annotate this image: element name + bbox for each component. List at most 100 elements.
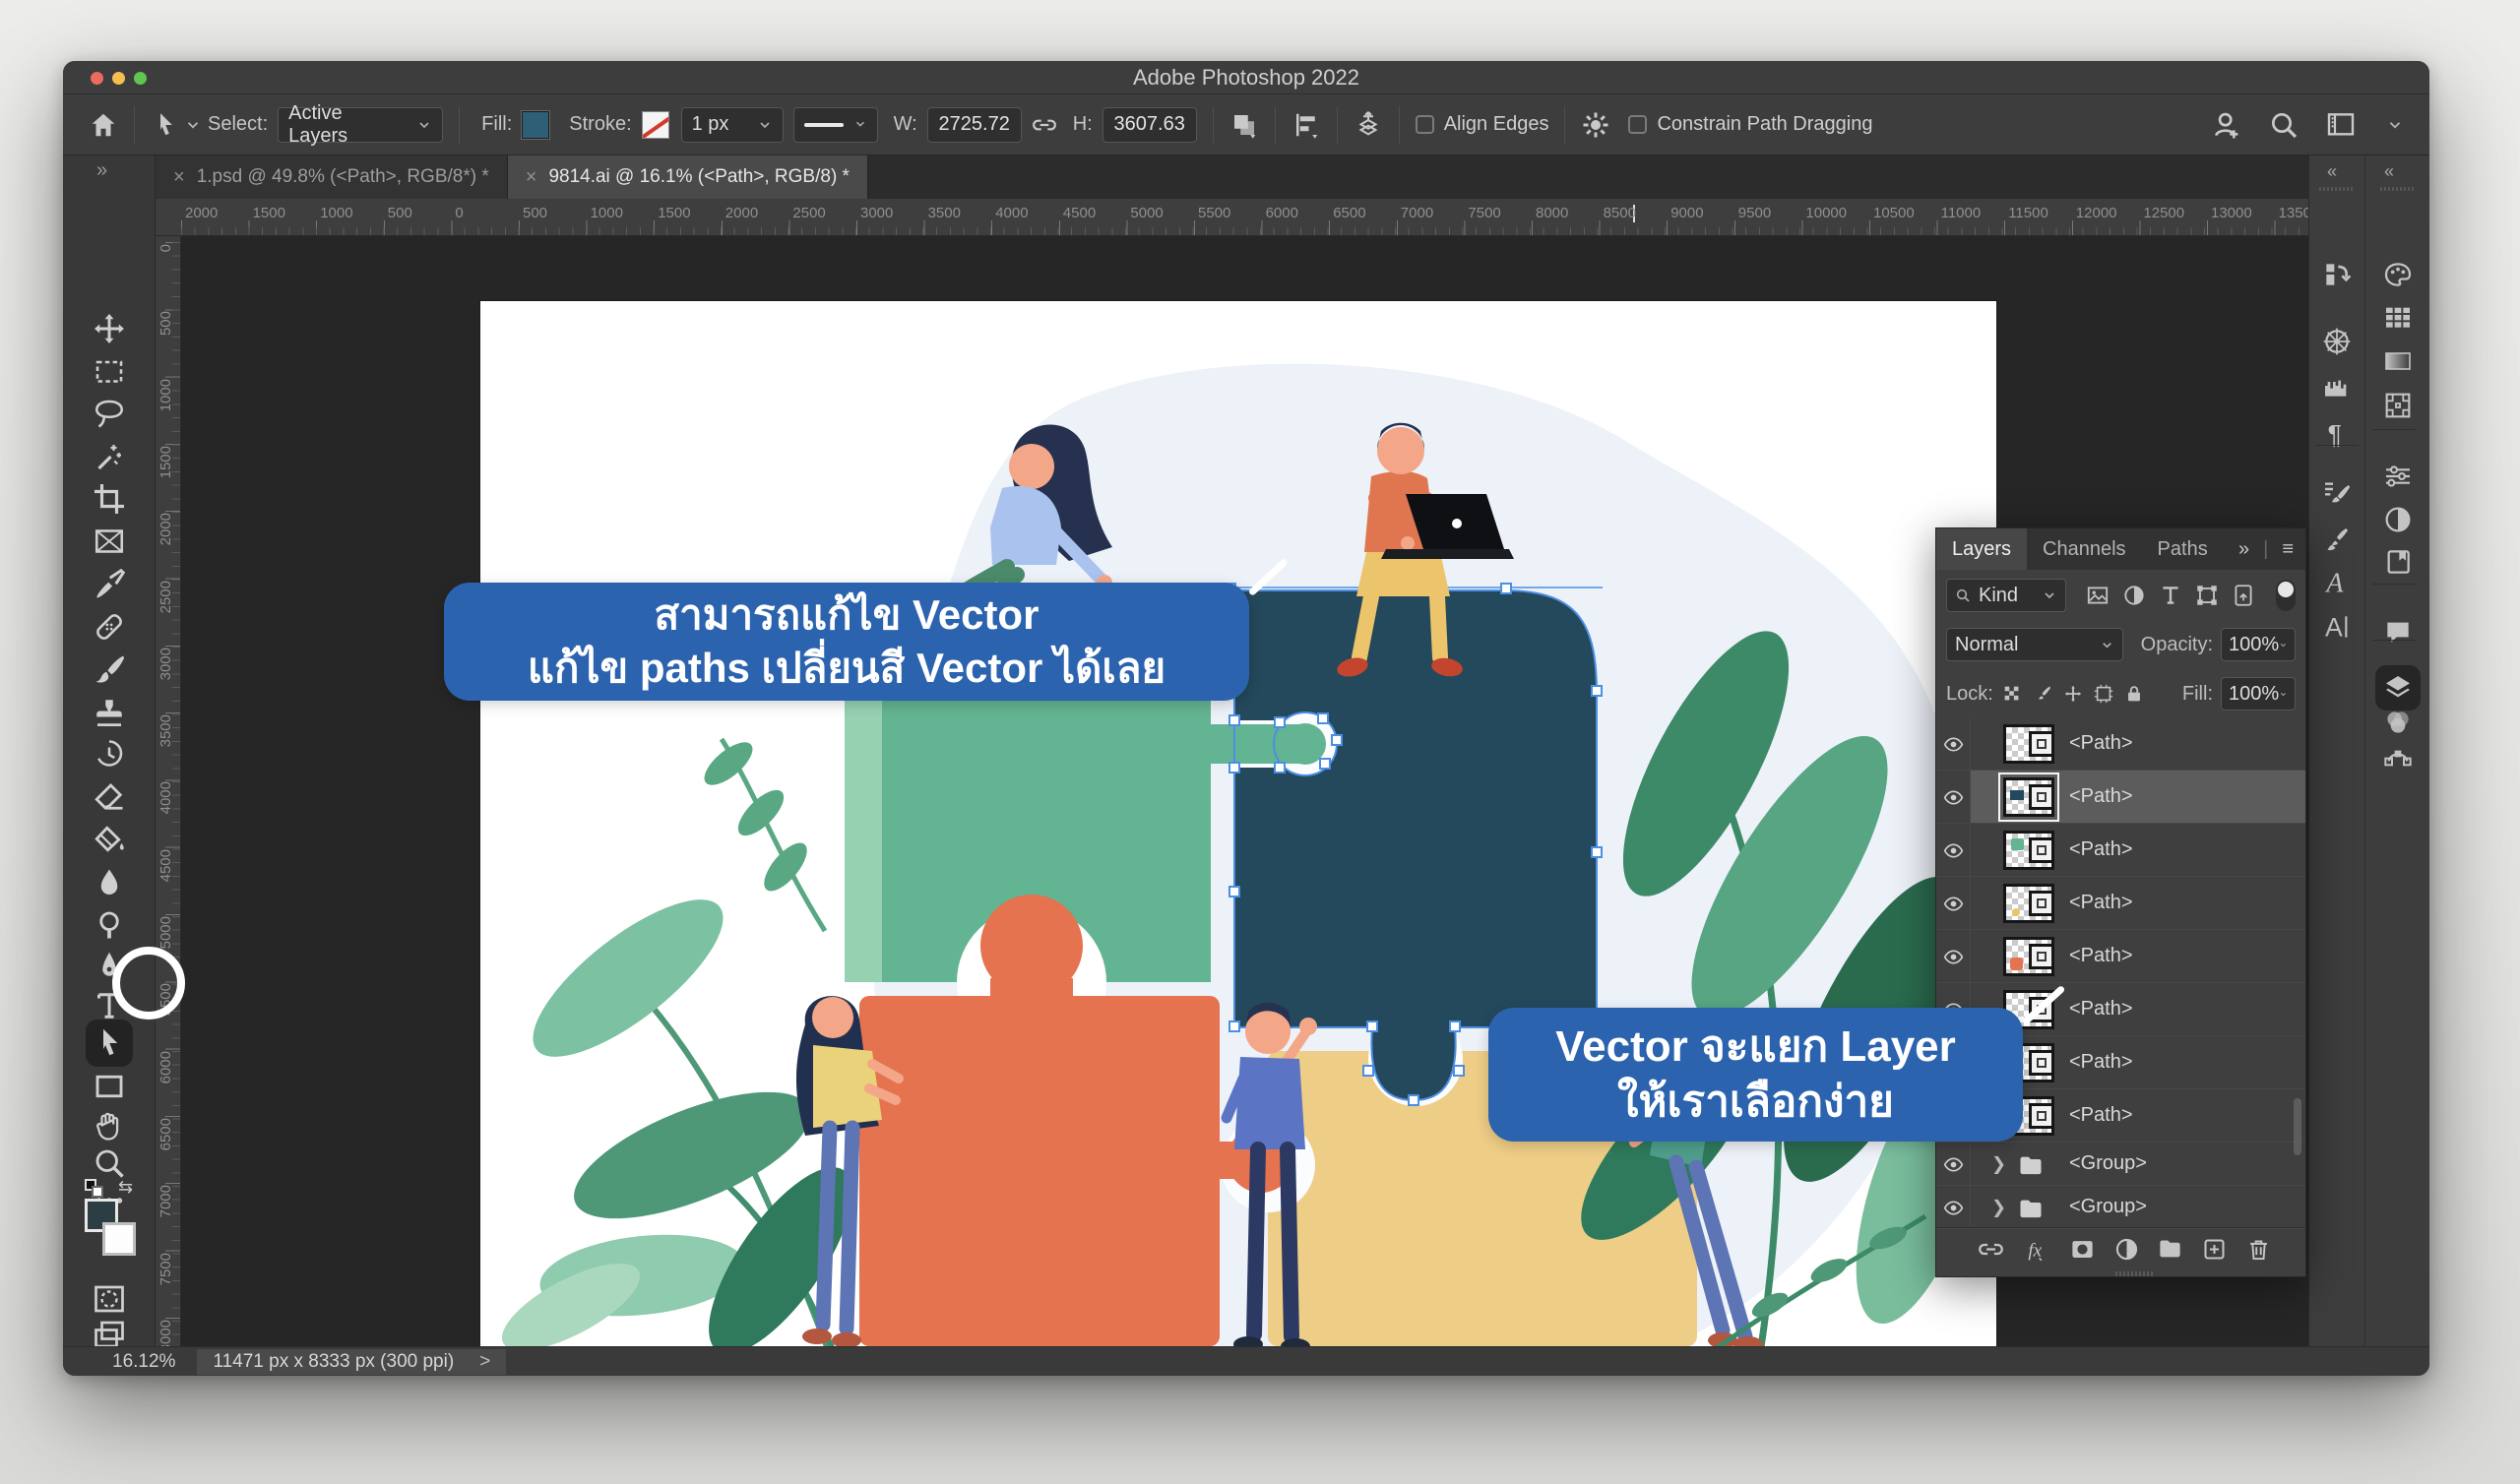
anchor-point[interactable] [1592, 686, 1602, 696]
layer-row-group[interactable]: ❯<Group> [1936, 1186, 2305, 1229]
mask-icon[interactable] [2069, 1236, 2096, 1263]
filter-shape-icon[interactable] [2194, 583, 2220, 608]
document-tab-1[interactable]: ×1.psd @ 49.8% (<Path>, RGB/8*) * [156, 155, 508, 199]
para-styles-icon[interactable]: A [2321, 611, 2353, 643]
document-info-field[interactable]: 11471 px x 8333 px (300 ppi) > [197, 1349, 506, 1375]
history-panel-icon[interactable] [2321, 259, 2353, 290]
trash-icon[interactable] [2245, 1236, 2272, 1263]
history-brush-tool[interactable] [92, 737, 127, 773]
frame-tool[interactable] [92, 524, 127, 559]
toolbar-expand-icon[interactable]: » [96, 159, 105, 182]
new-layer-icon[interactable] [2201, 1236, 2228, 1263]
anchor-point[interactable] [1363, 1066, 1373, 1076]
visibility-toggle[interactable] [1936, 771, 1971, 823]
select-mode-dropdown[interactable]: Active Layers [278, 107, 443, 143]
stroke-swatch[interactable] [642, 111, 669, 139]
anchor-point[interactable] [1318, 713, 1328, 723]
filter-adjust-icon[interactable] [2121, 583, 2147, 608]
eraser-tool[interactable] [92, 779, 127, 815]
quick-mask-button[interactable] [92, 1281, 127, 1317]
workspace-chevron-icon[interactable] [2386, 116, 2404, 134]
crop-tool[interactable] [92, 481, 127, 517]
tab-channels[interactable]: Channels [2027, 528, 2142, 570]
visibility-toggle[interactable] [1936, 1143, 1971, 1185]
visibility-toggle[interactable] [1936, 824, 1971, 876]
anchor-point[interactable] [1229, 763, 1239, 773]
navigator-icon[interactable] [2321, 326, 2353, 357]
height-input[interactable]: 3607.63 [1102, 107, 1197, 143]
visibility-toggle[interactable] [1936, 930, 1971, 982]
anchor-point[interactable] [1450, 1021, 1460, 1031]
histogram-icon[interactable] [2321, 370, 2353, 402]
marquee-tool[interactable] [92, 353, 127, 389]
anchor-point[interactable] [1275, 763, 1285, 773]
constrain-path-checkbox[interactable] [1628, 115, 1647, 134]
move-tool[interactable] [92, 311, 127, 346]
brushes-icon[interactable] [2321, 525, 2353, 556]
tool-preset-chevron-icon[interactable] [184, 116, 202, 134]
chevron-right-icon[interactable]: ❯ [1991, 1153, 2006, 1174]
home-icon[interactable] [89, 110, 118, 140]
adjustments-icon[interactable] [2382, 504, 2414, 535]
wand-tool[interactable] [92, 439, 127, 474]
link-icon[interactable] [1978, 1236, 2004, 1263]
brush-tool[interactable] [92, 651, 127, 687]
workspace-icon[interactable] [2325, 109, 2357, 141]
search-icon[interactable] [2268, 109, 2300, 141]
gear-icon[interactable] [1581, 110, 1610, 140]
path-alignment-icon[interactable] [1292, 110, 1321, 140]
path-arrange-icon[interactable] [1354, 110, 1383, 140]
anchor-point[interactable] [1501, 584, 1511, 593]
document-tab-2[interactable]: ×9814.ai @ 16.1% (<Path>, RGB/8) * [508, 155, 868, 199]
layers-scrollbar[interactable] [2294, 1098, 2301, 1155]
visibility-toggle[interactable] [1936, 717, 1971, 770]
current-tool-icon[interactable] [151, 110, 180, 140]
link-dimensions-icon[interactable] [1032, 112, 1057, 138]
anchor-point[interactable] [1229, 887, 1239, 897]
filter-kind-dropdown[interactable]: Kind [1946, 579, 2066, 612]
filter-smart-icon[interactable] [2231, 583, 2256, 608]
visibility-toggle[interactable] [1936, 877, 1971, 929]
filter-toggle[interactable] [2276, 580, 2296, 611]
opacity-field[interactable]: 100% [2221, 628, 2296, 661]
lock-move-icon[interactable] [2062, 683, 2084, 705]
eyedropper-tool[interactable] [92, 567, 127, 602]
blur-tool[interactable] [92, 865, 127, 900]
layer-thumbnail[interactable] [2003, 777, 2054, 817]
tab-paths[interactable]: Paths [2142, 528, 2224, 570]
fill-field[interactable]: 100% [2221, 677, 2296, 711]
filter-type-icon[interactable] [2158, 583, 2183, 608]
visibility-toggle[interactable] [1936, 1186, 1971, 1228]
anchor-point[interactable] [1332, 735, 1342, 745]
path-select-tool[interactable] [92, 1025, 127, 1061]
hand-tool[interactable] [92, 1108, 127, 1144]
anchor-point[interactable] [1367, 1021, 1377, 1031]
layer-row-path[interactable]: <Path> [1936, 717, 2305, 771]
anchor-point[interactable] [1454, 1066, 1464, 1076]
layers-panel-icon[interactable] [2382, 672, 2414, 704]
swatches-icon[interactable] [2382, 301, 2414, 333]
anchor-point[interactable] [1229, 715, 1239, 725]
swap-colors-icon[interactable]: ⇆ [118, 1177, 133, 1198]
layer-thumbnail[interactable] [2003, 831, 2054, 870]
healing-tool[interactable] [92, 609, 127, 645]
zoom-tool[interactable] [92, 1145, 127, 1181]
fill-swatch[interactable] [522, 111, 549, 139]
anchor-point[interactable] [1229, 1021, 1239, 1031]
pen-tool[interactable] [92, 949, 127, 984]
shape-tool[interactable] [92, 1069, 127, 1104]
align-edges-checkbox[interactable] [1416, 115, 1434, 134]
status-chevron-icon[interactable]: > [479, 1351, 490, 1373]
lock-transparent-icon[interactable] [2001, 683, 2023, 705]
layer-row-path[interactable]: <Path> [1936, 824, 2305, 877]
anchor-point[interactable] [1275, 717, 1285, 727]
stroke-width-dropdown[interactable]: 1 px [681, 107, 784, 143]
tab-layers[interactable]: Layers [1936, 528, 2027, 570]
path-operations-icon[interactable] [1229, 110, 1259, 140]
char-styles-icon[interactable]: A [2321, 567, 2353, 598]
lock-artboard-icon[interactable] [2093, 683, 2114, 705]
filter-image-icon[interactable] [2085, 583, 2110, 608]
folder-icon[interactable] [2157, 1236, 2183, 1263]
comments-icon[interactable] [2382, 616, 2414, 648]
paths-panel-icon[interactable] [2382, 740, 2414, 772]
